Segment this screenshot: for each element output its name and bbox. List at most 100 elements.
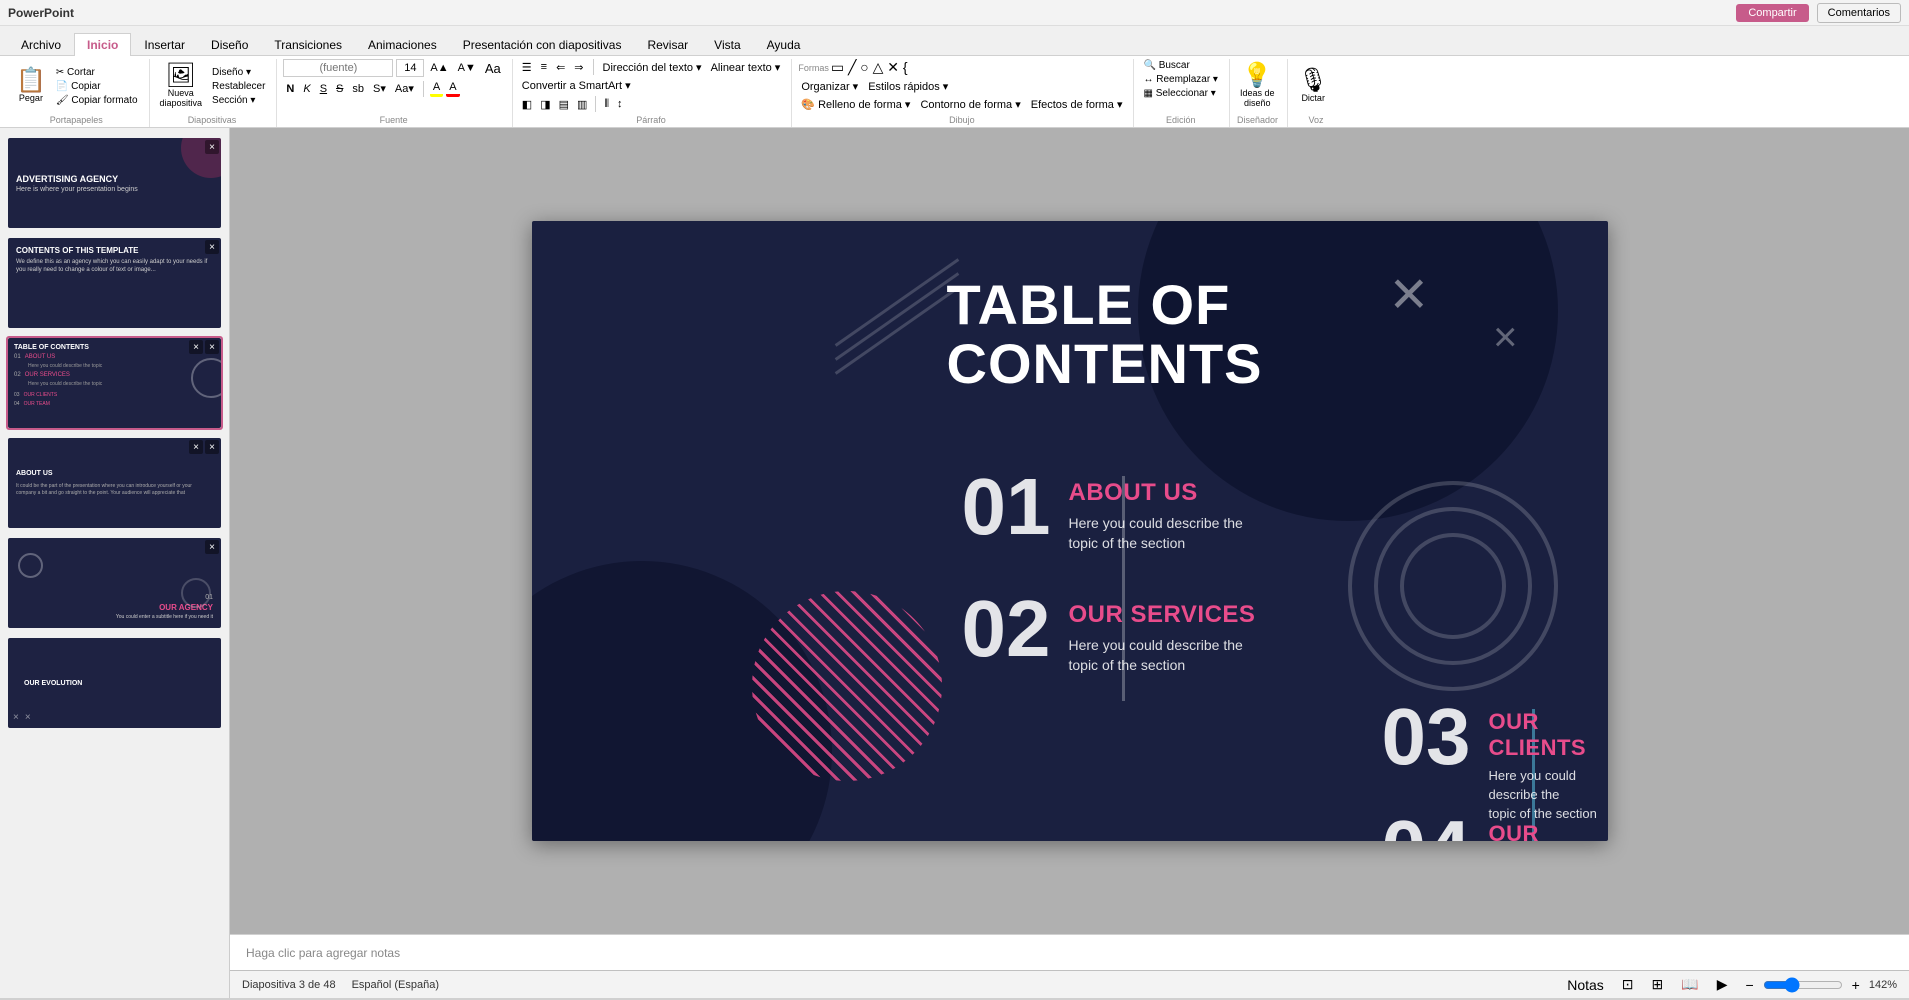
slide-sorter-button[interactable]: ⊞ [1647,974,1669,995]
font-size-input[interactable] [396,59,424,77]
new-slide-button[interactable]: 🖼 Nuevadiapositiva [156,62,207,111]
bold-button[interactable]: N [283,82,297,96]
tab-ayuda[interactable]: Ayuda [754,33,814,56]
increase-indent-button[interactable]: ⇒ [571,60,586,75]
delete-slide-3-x1[interactable]: × [189,340,203,354]
slide-thumb-4[interactable]: 4 ABOUT US It could be the part of the p… [6,436,223,530]
estilos-rapidos-button[interactable]: Estilos rápidos ▾ [865,79,951,94]
text-direction-button[interactable]: Dirección del texto ▾ [600,60,705,75]
reading-view-button[interactable]: 📖 [1676,974,1703,995]
shadow-button[interactable]: sb [349,82,367,96]
relleno-button[interactable]: 🎨 Relleno de forma ▾ [798,97,913,112]
slide-thumb-6[interactable]: 6 OUR EVOLUTION × × [6,636,223,730]
tab-insertar[interactable]: Insertar [131,33,198,56]
strikethrough-button[interactable]: S [333,82,346,96]
toc-heading-04: OUR TEAM [1488,821,1607,841]
delete-slide-1[interactable]: × [205,140,219,154]
presentation-button[interactable]: ▶ [1712,974,1733,995]
organizar-button[interactable]: Organizar ▾ [798,79,861,94]
copy-format-button[interactable]: 🖌 Copiar formato [53,94,141,107]
buscar-button[interactable]: 🔍 Buscar [1140,59,1192,72]
columns-button[interactable]: ⫴ [601,97,612,112]
thumb3-head01: ABOUT US [25,354,56,360]
decrease-indent-button[interactable]: ⇐ [553,60,568,75]
cut-button[interactable]: ✂ Cortar [53,66,141,79]
thumb2-content: We define this as an agency which you ca… [16,258,213,275]
slide-thumb-5[interactable]: 5 01 OUR AGENCY You could enter a subtit… [6,536,223,630]
ribbon-group-diapositivas: 🖼 Nuevadiapositiva Diseño ▾ Restablecer … [152,59,278,127]
contorno-button[interactable]: Contorno de forma ▾ [917,97,1023,112]
tab-revisar[interactable]: Revisar [634,33,701,56]
align-center-button[interactable]: ◨ [537,97,553,112]
toc-text-02: OUR SERVICES Here you could describe the… [1068,593,1255,676]
reemplazar-button[interactable]: ↔ Reemplazar ▾ [1140,73,1221,86]
tab-inicio[interactable]: Inicio [74,33,131,56]
thumb3-head03: OUR CLIENTS [24,392,58,398]
bullet-list-button[interactable]: ☰ [519,60,535,75]
share-button[interactable]: Compartir [1736,4,1808,22]
ribbon-group-edicion: 🔍 Buscar ↔ Reemplazar ▾ ▦ Seleccionar ▾ … [1136,59,1230,127]
group-label-diapositivas: Diapositivas [156,115,269,125]
section-button[interactable]: Sección ▾ [209,94,268,107]
shapes-gallery[interactable]: ▭ ╱ ○ △ ✕ { [831,59,908,76]
zoom-out-button[interactable]: − [1740,975,1758,995]
spacing-button[interactable]: S▾ [370,81,389,96]
font-increase-button[interactable]: A▲ [427,61,451,75]
case-button[interactable]: Aa▾ [392,81,417,96]
notes-view-button[interactable]: Notas [1562,975,1609,995]
zoom-slider[interactable] [1763,977,1843,993]
underline-button[interactable]: S [317,82,330,96]
toc-number-04: 04 [1382,813,1471,841]
font-name-input[interactable] [283,59,393,77]
slide-thumb-2[interactable]: 2 CONTENTS OF THIS TEMPLATE We define th… [6,236,223,330]
efectos-button[interactable]: Efectos de forma ▾ [1028,97,1126,112]
italic-button[interactable]: K [300,82,313,96]
slide-panel: 1 ADVERTISING AGENCY Here is where your … [0,128,230,998]
delete-slide-3-x2[interactable]: × [205,340,219,354]
paste-button[interactable]: 📋 Pegar [12,67,50,106]
slide-canvas[interactable]: × × TABLE OF CONTENTS [532,221,1608,841]
thumb2-title: CONTENTS OF THIS TEMPLATE [16,246,213,255]
tab-archivo[interactable]: Archivo [8,33,74,56]
font-color-button[interactable]: A [446,80,459,97]
slide-thumb-1[interactable]: 1 ADVERTISING AGENCY Here is where your … [6,136,223,230]
toc-heading-03: OUR CLIENTS [1488,709,1607,761]
status-bar: Diapositiva 3 de 48 Español (España) Not… [230,970,1909,998]
line-spacing-button[interactable]: ↕ [614,97,626,111]
reset-button[interactable]: Restablecer [209,80,268,93]
copy-button[interactable]: 📄 Copiar [53,80,141,93]
ideas-diseno-button[interactable]: 💡 Ideas dediseño [1236,62,1279,111]
zoom-in-button[interactable]: + [1847,975,1865,995]
seleccionar-button[interactable]: ▦ Seleccionar ▾ [1140,87,1218,100]
align-left-button[interactable]: ◧ [519,97,535,112]
font-decrease-button[interactable]: A▼ [455,61,479,75]
comments-button[interactable]: Comentarios [1817,3,1901,23]
delete-slide-4-x2[interactable]: × [205,440,219,454]
slide-thumb-3[interactable]: 3 TABLE OF CONTENTS 01 ABOUT US Here you… [6,336,223,430]
tab-transiciones[interactable]: Transiciones [261,33,355,56]
thumb3-head02: OUR SERVICES [25,372,70,378]
notes-area[interactable]: Haga clic para agregar notas [230,934,1909,970]
normal-view-button[interactable]: ⊡ [1617,974,1639,995]
toc-text-01: ABOUT US Here you could describe thetopi… [1068,471,1242,554]
numbered-list-button[interactable]: ≡ [538,60,550,74]
group-label-fuente: Fuente [283,115,503,125]
tab-diseno[interactable]: Diseño [198,33,261,56]
delete-slide-2[interactable]: × [205,240,219,254]
ribbon-group-dibujo: Formas ▭ ╱ ○ △ ✕ { Organizar ▾ Estilos r… [794,59,1134,127]
delete-slide-4-x1[interactable]: × [189,440,203,454]
tab-vista[interactable]: Vista [701,33,753,56]
align-right-button[interactable]: ▤ [556,97,572,112]
smartart-button[interactable]: Convertir a SmartArt ▾ [519,78,634,93]
highlight-button[interactable]: A [430,80,443,97]
layout-button[interactable]: Diseño ▾ [209,66,268,79]
justify-button[interactable]: ▥ [574,97,590,112]
canvas-container: × × TABLE OF CONTENTS [230,128,1909,998]
toc-item-02: 02 OUR SERVICES Here you could describe … [962,593,1256,676]
delete-slide-5[interactable]: × [205,540,219,554]
align-text-button[interactable]: Alinear texto ▾ [708,60,784,75]
clear-format-button[interactable]: Aa [482,60,504,77]
tab-animaciones[interactable]: Animaciones [355,33,450,56]
dictar-button[interactable]: 🎙 Dictar [1294,67,1332,106]
tab-presentacion[interactable]: Presentación con diapositivas [450,33,635,56]
